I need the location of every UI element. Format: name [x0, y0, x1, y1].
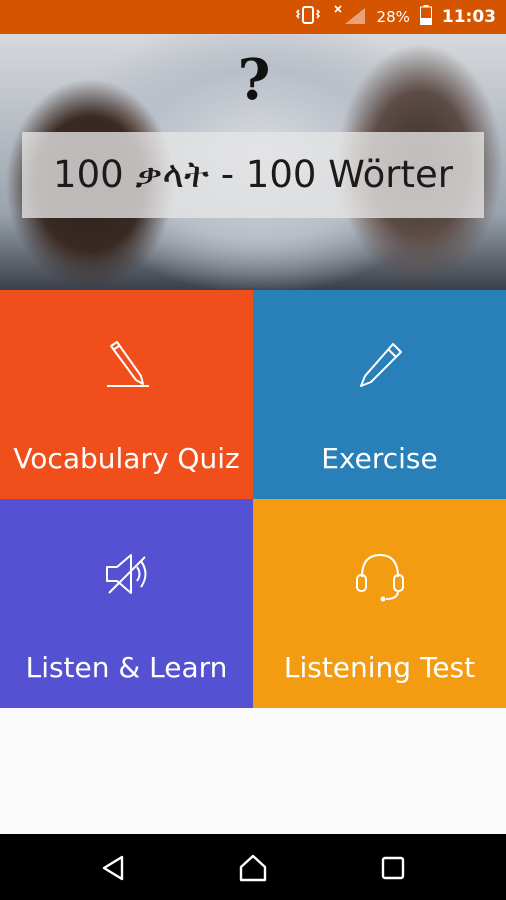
vibrate-icon: [295, 5, 321, 29]
back-button[interactable]: [96, 851, 130, 885]
speaker-icon: [0, 549, 253, 599]
listening-test-tile[interactable]: Listening Test: [253, 499, 506, 708]
status-bar: 28% 11:03: [0, 0, 506, 34]
battery-percent: 28%: [376, 8, 410, 26]
back-icon: [102, 855, 124, 881]
clock: 11:03: [441, 7, 496, 27]
no-signal-icon: [331, 4, 367, 30]
app-title: 100 ቃላት - 100 Wörter: [53, 153, 453, 196]
status-icons: 28% 11:03: [295, 0, 496, 34]
header-banner: ? 100 ቃላት - 100 Wörter: [0, 34, 506, 290]
home-button[interactable]: [236, 851, 270, 885]
home-icon: [239, 854, 267, 882]
tile-label: Exercise: [321, 442, 438, 475]
battery-icon: [419, 5, 432, 29]
tile-label: Vocabulary Quiz: [13, 442, 240, 475]
question-mark-icon: ?: [237, 47, 271, 113]
recents-button[interactable]: [376, 851, 410, 885]
navigation-bar: [0, 834, 506, 900]
vocabulary-quiz-tile[interactable]: Vocabulary Quiz: [0, 290, 253, 499]
listen-learn-tile[interactable]: Listen & Learn: [0, 499, 253, 708]
pencil-icon: [253, 340, 506, 390]
title-box: 100 ቃላት - 100 Wörter: [22, 132, 484, 218]
tile-label: Listening Test: [283, 651, 476, 684]
tile-label: Listen & Learn: [25, 651, 228, 684]
exercise-tile[interactable]: Exercise: [253, 290, 506, 499]
headphones-icon: [253, 549, 506, 603]
empty-area: [0, 708, 506, 834]
pencil-underline-icon: [0, 340, 253, 390]
recents-icon: [381, 856, 405, 880]
